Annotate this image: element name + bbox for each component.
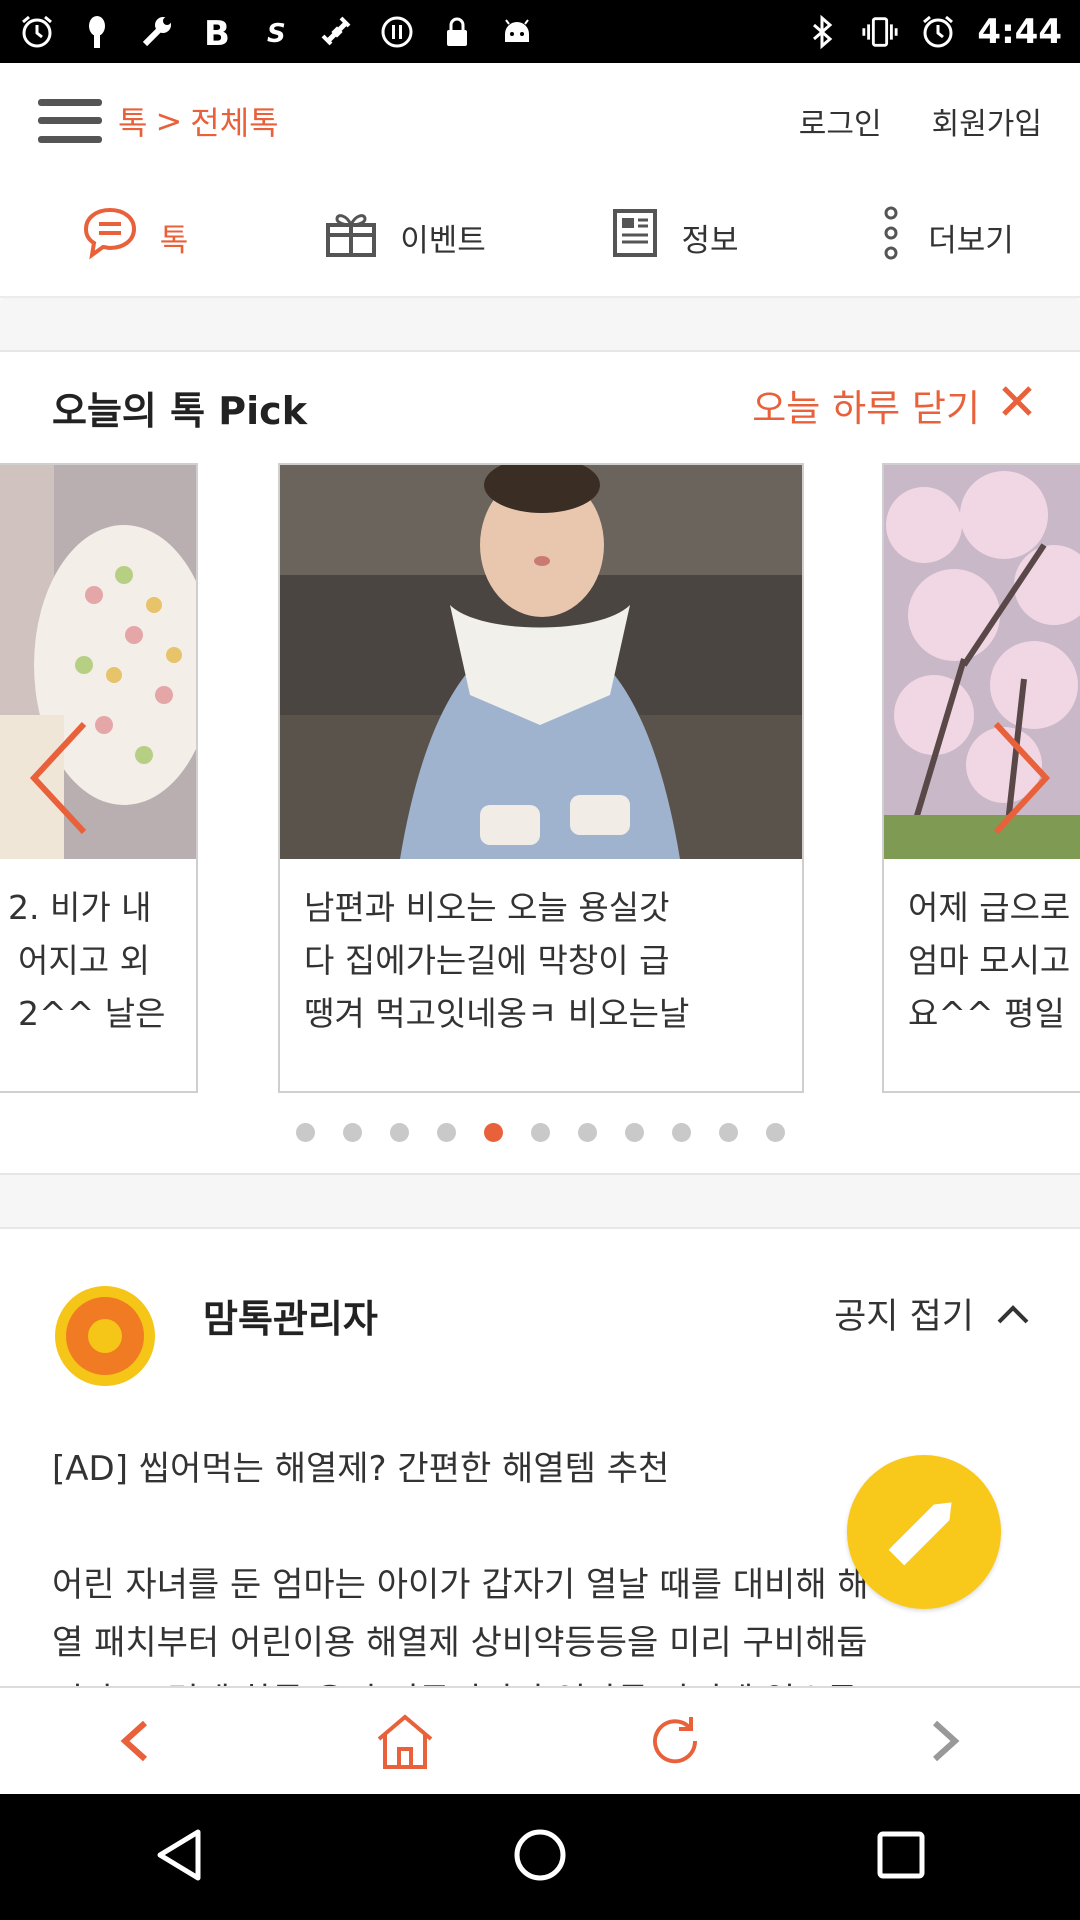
app-header: 톡 > 전체톡 로그인 회원가입 xyxy=(0,63,1080,178)
close-today-label: 오늘 하루 닫기 xyxy=(752,387,980,430)
carousel-dot[interactable] xyxy=(483,1123,503,1142)
home-icon xyxy=(377,1714,433,1769)
card-text: 어제 급으로 엄마 모시고 요^^ 평일 xyxy=(908,888,1071,1033)
avatar xyxy=(52,1283,158,1389)
notice-collapse-label: 공지 접기 xyxy=(834,1297,974,1337)
section-divider xyxy=(0,1173,1080,1229)
menu-icon[interactable] xyxy=(38,98,102,143)
system-nav-bar xyxy=(0,1794,1080,1920)
svg-text:B: B xyxy=(204,14,230,50)
circle-pause-icon xyxy=(378,13,416,51)
gift-icon xyxy=(324,207,378,267)
android-icon xyxy=(498,13,536,51)
carousel-dot[interactable] xyxy=(765,1123,785,1142)
home-button[interactable] xyxy=(270,1688,540,1794)
login-link[interactable]: 로그인 xyxy=(799,99,882,143)
card-image xyxy=(280,465,802,859)
carousel-dot[interactable] xyxy=(718,1123,738,1142)
pick-title: 오늘의 톡 Pick xyxy=(52,389,307,433)
chat-bubble-icon xyxy=(82,206,138,268)
svg-text:S: S xyxy=(267,19,286,49)
bluetooth-icon xyxy=(803,13,841,51)
chevron-right-icon xyxy=(993,721,1051,835)
document-icon xyxy=(611,207,659,267)
carousel-dots xyxy=(0,1123,1080,1142)
carousel-dot[interactable] xyxy=(389,1123,409,1142)
write-post-button[interactable] xyxy=(847,1455,1001,1609)
carousel-next-button[interactable] xyxy=(986,718,1056,838)
tab-more[interactable]: 더보기 xyxy=(810,178,1080,296)
carousel-dot[interactable] xyxy=(671,1123,691,1142)
carousel-dot[interactable] xyxy=(295,1123,315,1142)
chevron-left-icon xyxy=(29,721,87,835)
pencil-icon xyxy=(881,1487,967,1577)
forward-button[interactable] xyxy=(810,1688,1080,1794)
back-button[interactable] xyxy=(0,1688,270,1794)
back-arrow-icon xyxy=(120,1720,148,1762)
chevron-up-icon xyxy=(996,1294,1030,1334)
alarm-icon xyxy=(919,13,957,51)
wrench-icon xyxy=(138,13,176,51)
section-divider xyxy=(0,300,1080,352)
close-today-button[interactable]: 오늘 하루 닫기 xyxy=(752,378,1034,432)
tab-more-label: 더보기 xyxy=(928,222,1014,259)
notice-line: 열 패치부터 어린이용 해열제 상비약등등을 미리 구비해둡 xyxy=(52,1623,868,1663)
system-recents-icon[interactable] xyxy=(876,1830,926,1884)
s-icon: S xyxy=(258,13,296,51)
refresh-icon xyxy=(653,1717,698,1764)
more-vertical-icon xyxy=(876,205,906,269)
system-back-icon[interactable] xyxy=(154,1828,204,1886)
pin-icon xyxy=(78,13,116,51)
tab-info-label: 정보 xyxy=(681,222,739,259)
bottom-toolbar xyxy=(0,1686,1080,1794)
status-bar: B S 4:44 xyxy=(0,0,1080,63)
signup-link[interactable]: 회원가입 xyxy=(932,99,1042,143)
pick-card[interactable]: 남편과 비오는 오늘 용실갓 다 집에가는길에 막창이 급 땡겨 먹고잇네옹ㅋ … xyxy=(278,463,804,1093)
fake-gps-icon xyxy=(318,13,356,51)
carousel-dot[interactable] xyxy=(436,1123,456,1142)
refresh-button[interactable] xyxy=(540,1688,810,1794)
alarm-icon xyxy=(18,13,56,51)
tab-talk-label: 톡 xyxy=(159,222,189,259)
notice-line: 니다. 그런데 하루 우인 커뮤니티의 엄마들 사이에 입소문 xyxy=(52,1672,1032,1686)
carousel-dot[interactable] xyxy=(530,1123,550,1142)
close-icon xyxy=(1000,384,1034,427)
carousel-dot[interactable] xyxy=(342,1123,362,1142)
clock: 4:44 xyxy=(977,11,1062,52)
bold-icon: B xyxy=(198,13,236,51)
tab-talk[interactable]: 톡 xyxy=(0,178,270,296)
vibrate-icon xyxy=(861,13,899,51)
card-text: 2. 비가 내 어지고 외 2^^ 날은 xyxy=(8,888,166,1033)
tab-event[interactable]: 이벤트 xyxy=(270,178,540,296)
carousel-dot[interactable] xyxy=(577,1123,597,1142)
main-nav: 톡 이벤트 정보 더보기 xyxy=(0,178,1080,298)
card-text: 남편과 비오는 오늘 용실갓 다 집에가는길에 막창이 급 땡겨 먹고잇네옹ㅋ … xyxy=(304,888,690,1033)
carousel-prev-button[interactable] xyxy=(24,718,94,838)
forward-arrow-icon xyxy=(932,1720,960,1762)
tab-event-label: 이벤트 xyxy=(400,222,486,259)
breadcrumb: 톡 > 전체톡 xyxy=(118,98,279,144)
system-home-icon[interactable] xyxy=(513,1828,567,1886)
breadcrumb-root[interactable]: 톡 xyxy=(118,98,147,144)
breadcrumb-separator: > xyxy=(155,101,183,140)
carousel-dot[interactable] xyxy=(624,1123,644,1142)
tab-info[interactable]: 정보 xyxy=(540,178,810,296)
notice-collapse-button[interactable]: 공지 접기 xyxy=(834,1288,1030,1339)
breadcrumb-current[interactable]: 전체톡 xyxy=(190,98,278,144)
notice-author: 맘톡관리자 xyxy=(203,1297,378,1341)
lock-icon xyxy=(438,13,476,51)
